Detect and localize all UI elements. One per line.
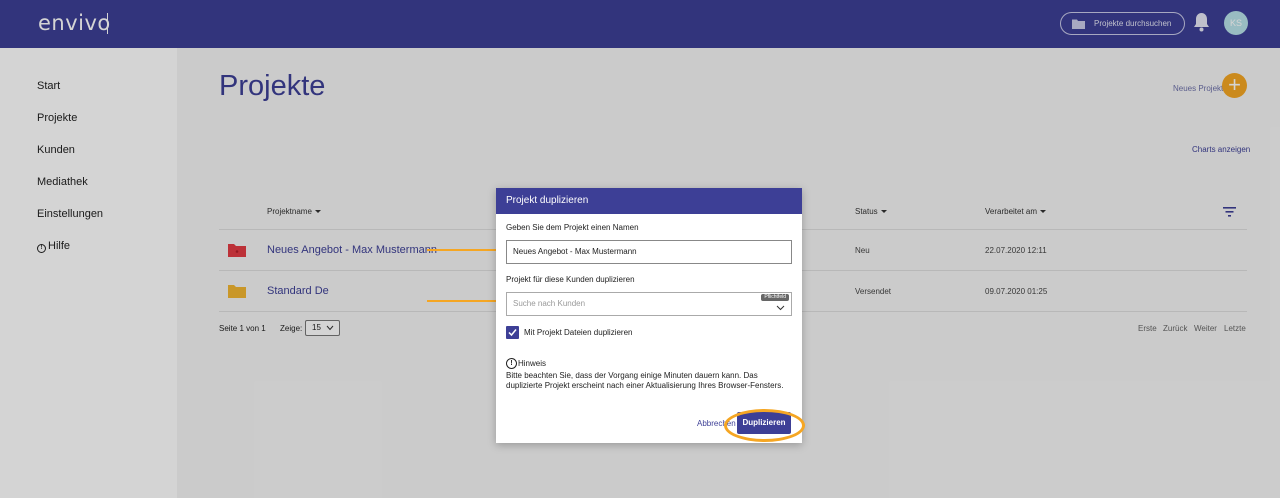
hint-title: Hinweis — [518, 359, 547, 368]
customer-label: Projekt für diese Kunden duplizieren — [506, 275, 635, 284]
duplicate-files-label[interactable]: Mit Projekt Dateien duplizieren — [524, 328, 633, 337]
highlight-ring — [724, 409, 805, 442]
project-name-label: Geben Sie dem Projekt einen Namen — [506, 223, 639, 232]
annotation-arrow-icon — [427, 246, 505, 254]
duplicate-project-dialog: Projekt duplizieren Geben Sie dem Projek… — [496, 188, 802, 443]
info-icon: ! — [506, 358, 517, 369]
required-badge: Pflichtfeld — [761, 294, 789, 301]
project-name-value: Neues Angebot - Max Mustermann — [513, 247, 637, 256]
annotation-arrow-icon — [427, 297, 505, 305]
customer-search-placeholder: Suche nach Kunden — [513, 299, 586, 308]
chevron-down-icon — [776, 305, 785, 311]
duplicate-files-checkbox[interactable] — [506, 326, 519, 339]
project-name-input[interactable]: Neues Angebot - Max Mustermann — [506, 240, 792, 264]
checkmark-icon — [508, 329, 517, 337]
dialog-title: Projekt duplizieren — [496, 188, 802, 214]
hint-text: Bitte beachten Sie, dass der Vorgang ein… — [506, 371, 784, 390]
customer-search-select[interactable]: Suche nach Kunden Pflichtfeld — [506, 292, 792, 316]
